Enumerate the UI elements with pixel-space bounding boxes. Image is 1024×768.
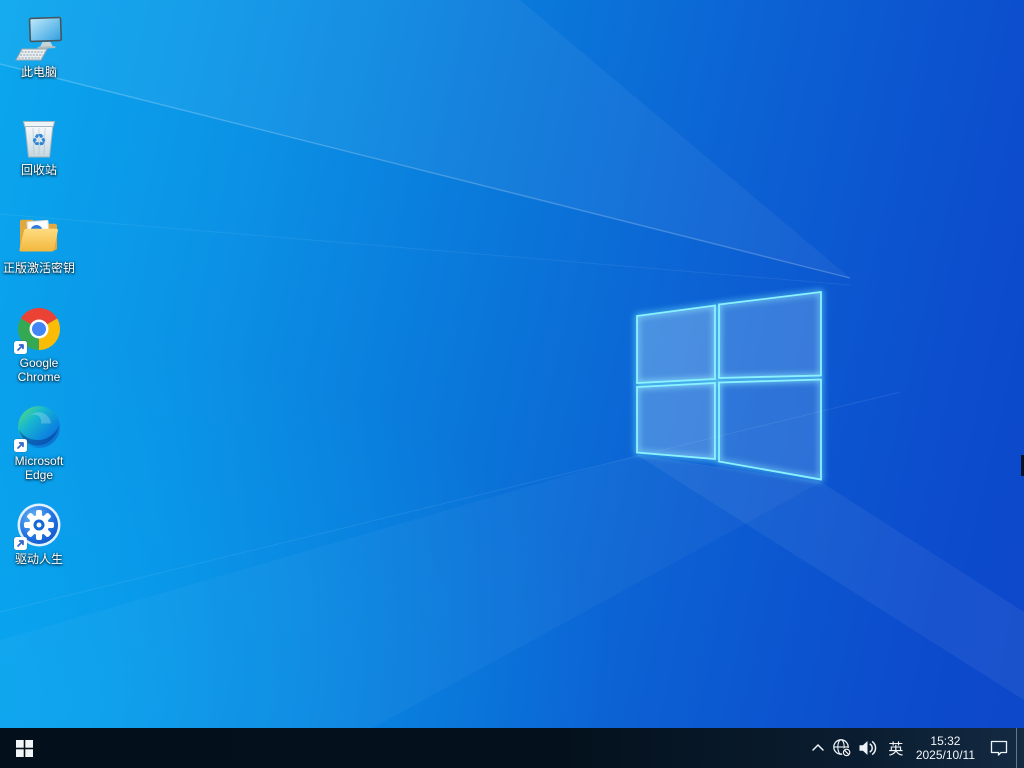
desktop-icon-google-chrome[interactable]: Google Chrome — [1, 305, 77, 384]
edge-icon — [14, 403, 63, 452]
desktop-icon-microsoft-edge[interactable]: Microsoft Edge — [1, 403, 77, 482]
svg-text:♻: ♻ — [31, 131, 46, 151]
language-label: 英 — [888, 740, 904, 758]
desktop-icon-label: 回收站 — [20, 163, 57, 177]
network-status-button[interactable] — [829, 728, 855, 768]
desktop-wallpaper — [0, 0, 1024, 768]
windows-logo-icon — [15, 739, 33, 757]
show-desktop-button[interactable] — [1016, 728, 1024, 768]
ime-language-indicator[interactable]: 英 — [883, 728, 909, 768]
chrome-icon — [14, 305, 63, 354]
shortcut-arrow-icon — [14, 439, 27, 452]
action-center-button[interactable] — [982, 728, 1016, 768]
desktop-icon-recycle-bin[interactable]: ♻ 回收站 — [1, 112, 77, 177]
shortcut-arrow-icon — [14, 537, 27, 550]
desktop-icon-label: Google Chrome — [17, 356, 61, 384]
desktop-icon-label: 正版激活密钥 — [2, 261, 75, 275]
hidden-icons-chevron-button[interactable] — [807, 728, 829, 768]
recycle-bin-icon: ♻ — [15, 112, 63, 160]
speaker-icon — [859, 741, 877, 755]
clock[interactable]: 15:32 2025/10/11 — [909, 728, 982, 768]
notification-bubble-icon — [990, 740, 1008, 756]
volume-button[interactable] — [855, 728, 883, 768]
system-tray: 英 15:32 2025/10/11 — [807, 728, 1024, 768]
wallpaper-window-logo — [0, 0, 1024, 700]
driver-life-gear-icon — [14, 501, 63, 550]
taskbar-empty-area — [48, 728, 807, 768]
tray-time: 15:32 — [930, 733, 961, 748]
shortcut-arrow-icon — [14, 341, 27, 354]
desktop-icon-label: 驱动人生 — [14, 552, 63, 566]
taskbar: 英 15:32 2025/10/11 — [0, 728, 1024, 768]
desktop-icon-driver-life[interactable]: 驱动人生 — [1, 501, 77, 566]
desktop-icon-label: Microsoft Edge — [14, 454, 64, 482]
start-button[interactable] — [0, 728, 48, 768]
desktop-icon-label: 此电脑 — [20, 65, 57, 79]
folder-key-icon — [15, 210, 63, 258]
tray-date: 2025/10/11 — [915, 748, 975, 762]
this-pc-icon — [15, 14, 63, 62]
desktop-icon-activation-key-folder[interactable]: 正版激活密钥 — [1, 210, 77, 275]
chevron-up-icon — [812, 743, 824, 751]
globe-no-internet-icon — [832, 739, 852, 758]
desktop-icon-this-pc[interactable]: 此电脑 — [1, 14, 77, 79]
